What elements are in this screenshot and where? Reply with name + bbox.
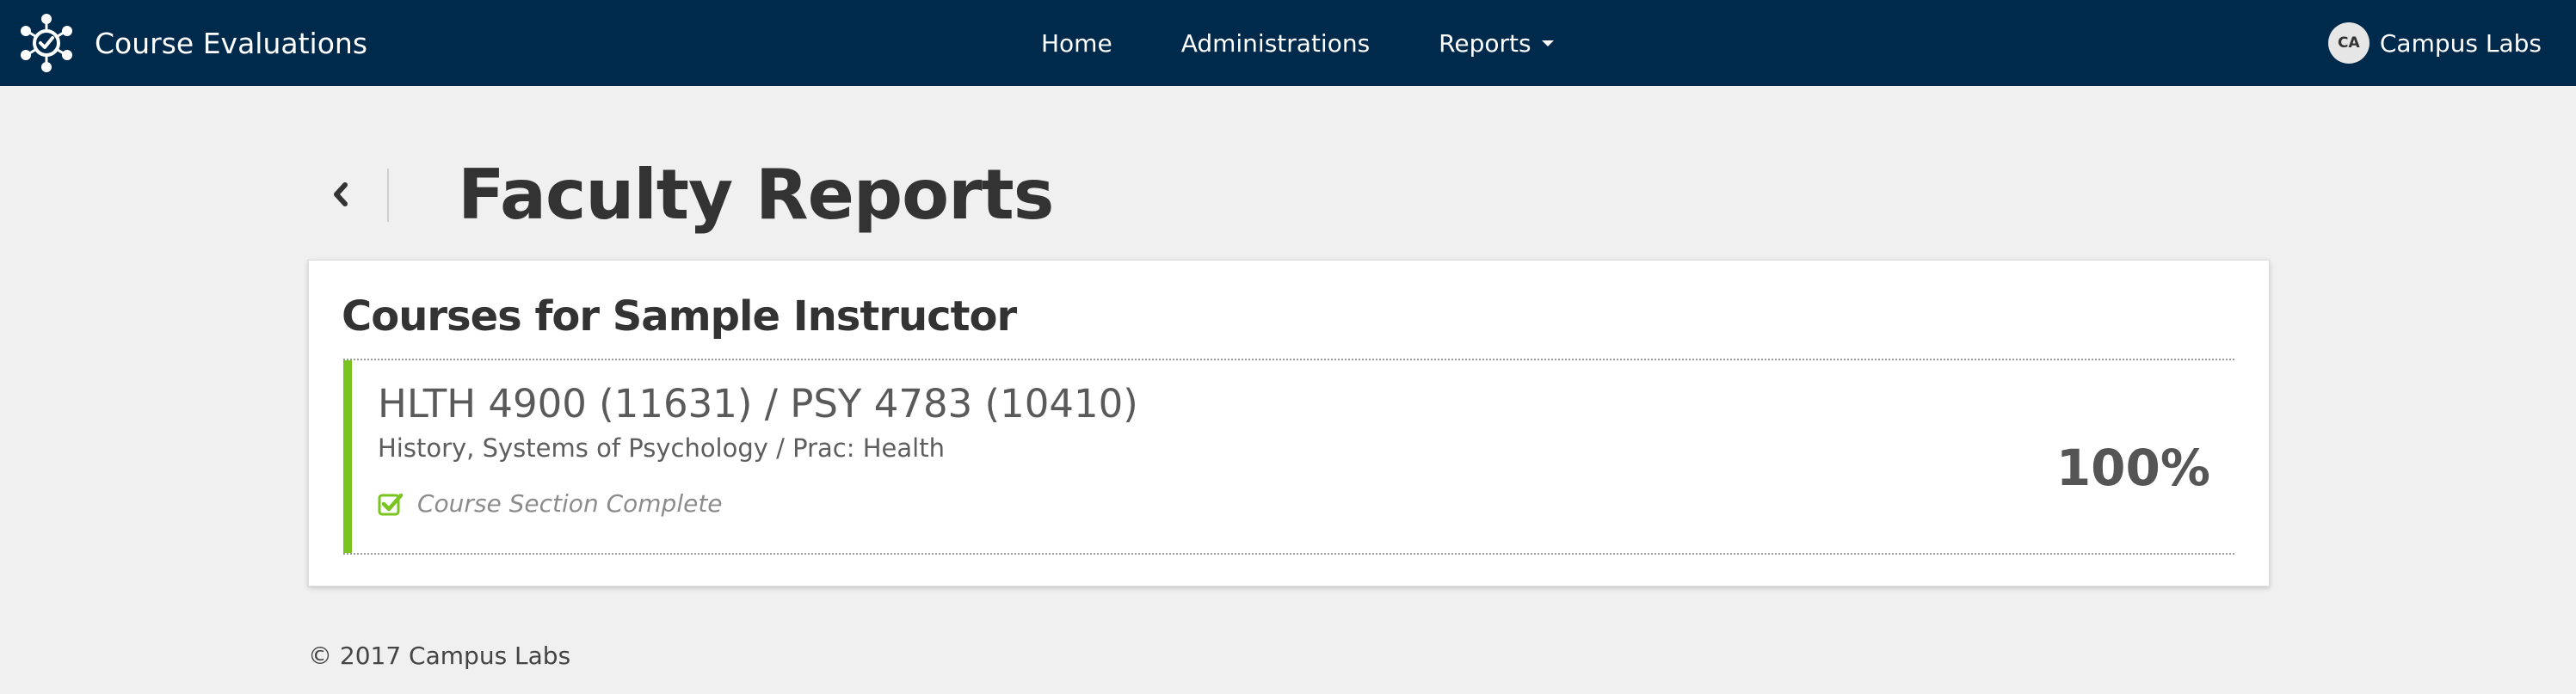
course-list-item[interactable]: HLTH 4900 (11631) / PSY 4783 (10410) His… <box>343 359 2234 555</box>
header-divider <box>387 169 389 222</box>
page-title: Faculty Reports <box>458 155 1054 235</box>
user-name: Campus Labs <box>2379 28 2542 58</box>
complete-status-bar <box>343 360 352 553</box>
caret-down-icon <box>1541 40 1554 46</box>
card-title: Courses for Sample Instructor <box>342 292 1017 341</box>
network-check-logo-icon <box>21 14 72 72</box>
chevron-left-icon <box>334 182 348 206</box>
avatar: CA <box>2327 22 2370 64</box>
nav-administrations[interactable]: Administrations <box>1147 29 1404 58</box>
status-text: Course Section Complete <box>417 488 723 518</box>
nav-reports-dropdown[interactable]: Reports <box>1404 29 1587 58</box>
course-status: Course Section Complete <box>378 484 723 522</box>
nav-home-label: Home <box>1041 28 1112 58</box>
nav-home[interactable]: Home <box>1007 29 1147 58</box>
completion-percent: 100% <box>2055 439 2210 497</box>
user-menu[interactable]: CA Campus Labs <box>2327 0 2542 86</box>
nav-administrations-label: Administrations <box>1180 28 1371 58</box>
course-code: HLTH 4900 (11631) / PSY 4783 (10410) <box>378 381 1138 427</box>
nav-reports-label: Reports <box>1439 28 1531 58</box>
top-navbar: Course Evaluations Home Administrations … <box>0 0 2576 86</box>
app-title: Course Evaluations <box>95 26 368 60</box>
checkbox-checked-icon <box>378 493 404 516</box>
brand-link[interactable]: Course Evaluations <box>15 13 367 73</box>
back-button[interactable] <box>318 168 363 221</box>
main-nav: Home Administrations Reports <box>1007 0 1588 86</box>
footer-copyright: © 2017 Campus Labs <box>308 642 571 670</box>
courses-card: Courses for Sample Instructor HLTH 4900 … <box>308 260 2270 587</box>
course-name: History, Systems of Psychology / Prac: H… <box>378 433 945 463</box>
